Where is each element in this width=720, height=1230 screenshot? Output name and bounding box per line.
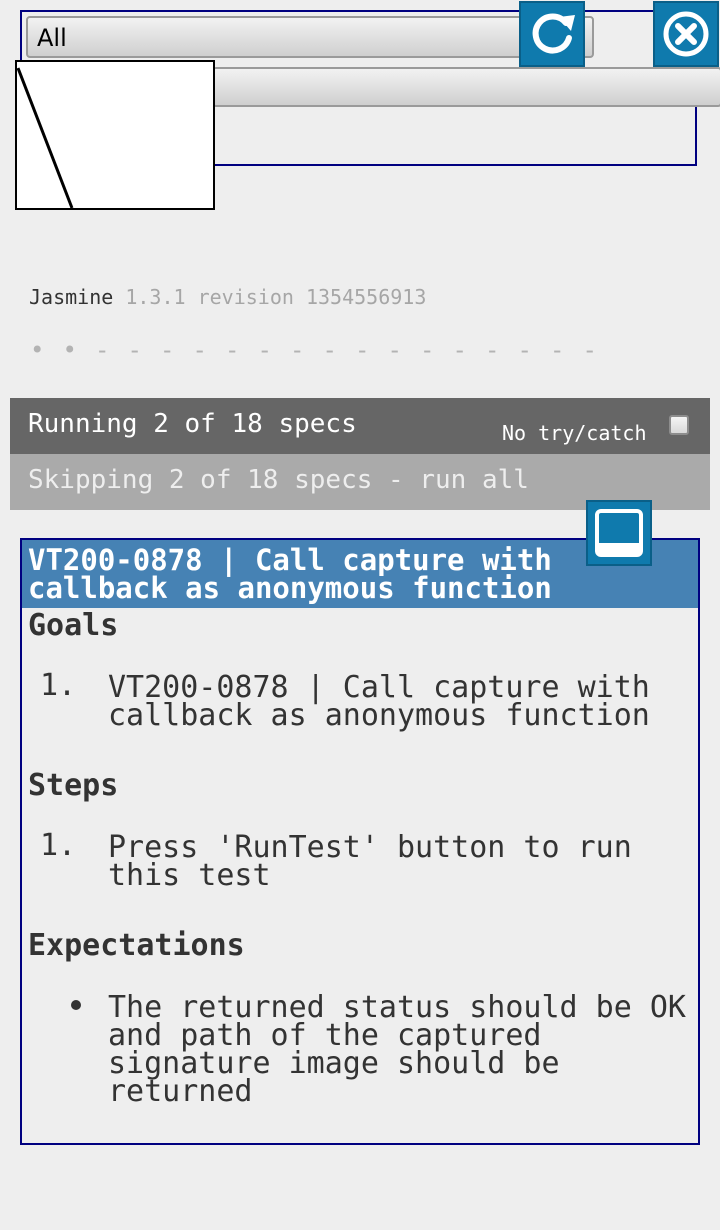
reporter-version: 1.3.1 revision 1354556913 [125, 285, 427, 309]
filter-select[interactable]: All [26, 16, 594, 58]
signature-canvas[interactable] [15, 60, 215, 210]
expectation-item: The returned status should be OK and pat… [108, 990, 686, 1109]
close-button[interactable] [653, 1, 719, 67]
goals-heading: Goals [28, 608, 119, 643]
no-try-catch-checkbox[interactable] [669, 415, 689, 435]
toolbar-button-bar[interactable] [212, 67, 720, 107]
step-item: Press 'RunTest' button to run this test [108, 830, 632, 893]
test-details-panel: VT200-0878 | Call capture with callback … [20, 538, 700, 1145]
minimize-button[interactable] [586, 500, 652, 566]
reporter-banner: Jasmine 1.3.1 revision 1354556913 [29, 285, 426, 309]
goal-item: VT200-0878 | Call capture with callback … [108, 670, 650, 733]
steps-heading: Steps [28, 768, 119, 803]
signature-stroke [17, 67, 74, 208]
step-number: 1. [40, 828, 77, 863]
expectations-heading: Expectations [28, 928, 245, 963]
spec-progress-symbols: • • - - - - - - - - - - - - - - - - [30, 336, 599, 364]
close-icon [663, 11, 709, 57]
refresh-icon [532, 13, 575, 54]
refresh-button[interactable] [519, 1, 585, 67]
goal-number: 1. [40, 668, 77, 703]
no-try-catch-label: No try/catch [502, 421, 647, 445]
run-all-link[interactable]: Skipping 2 of 18 specs - run all [28, 465, 529, 495]
running-alert-text: Running 2 of 18 specs [28, 409, 357, 439]
expectation-bullet [71, 1000, 81, 1010]
reporter-name: Jasmine [29, 285, 114, 309]
minimize-icon [595, 509, 643, 557]
running-alert: Running 2 of 18 specs No try/catch [10, 398, 710, 454]
